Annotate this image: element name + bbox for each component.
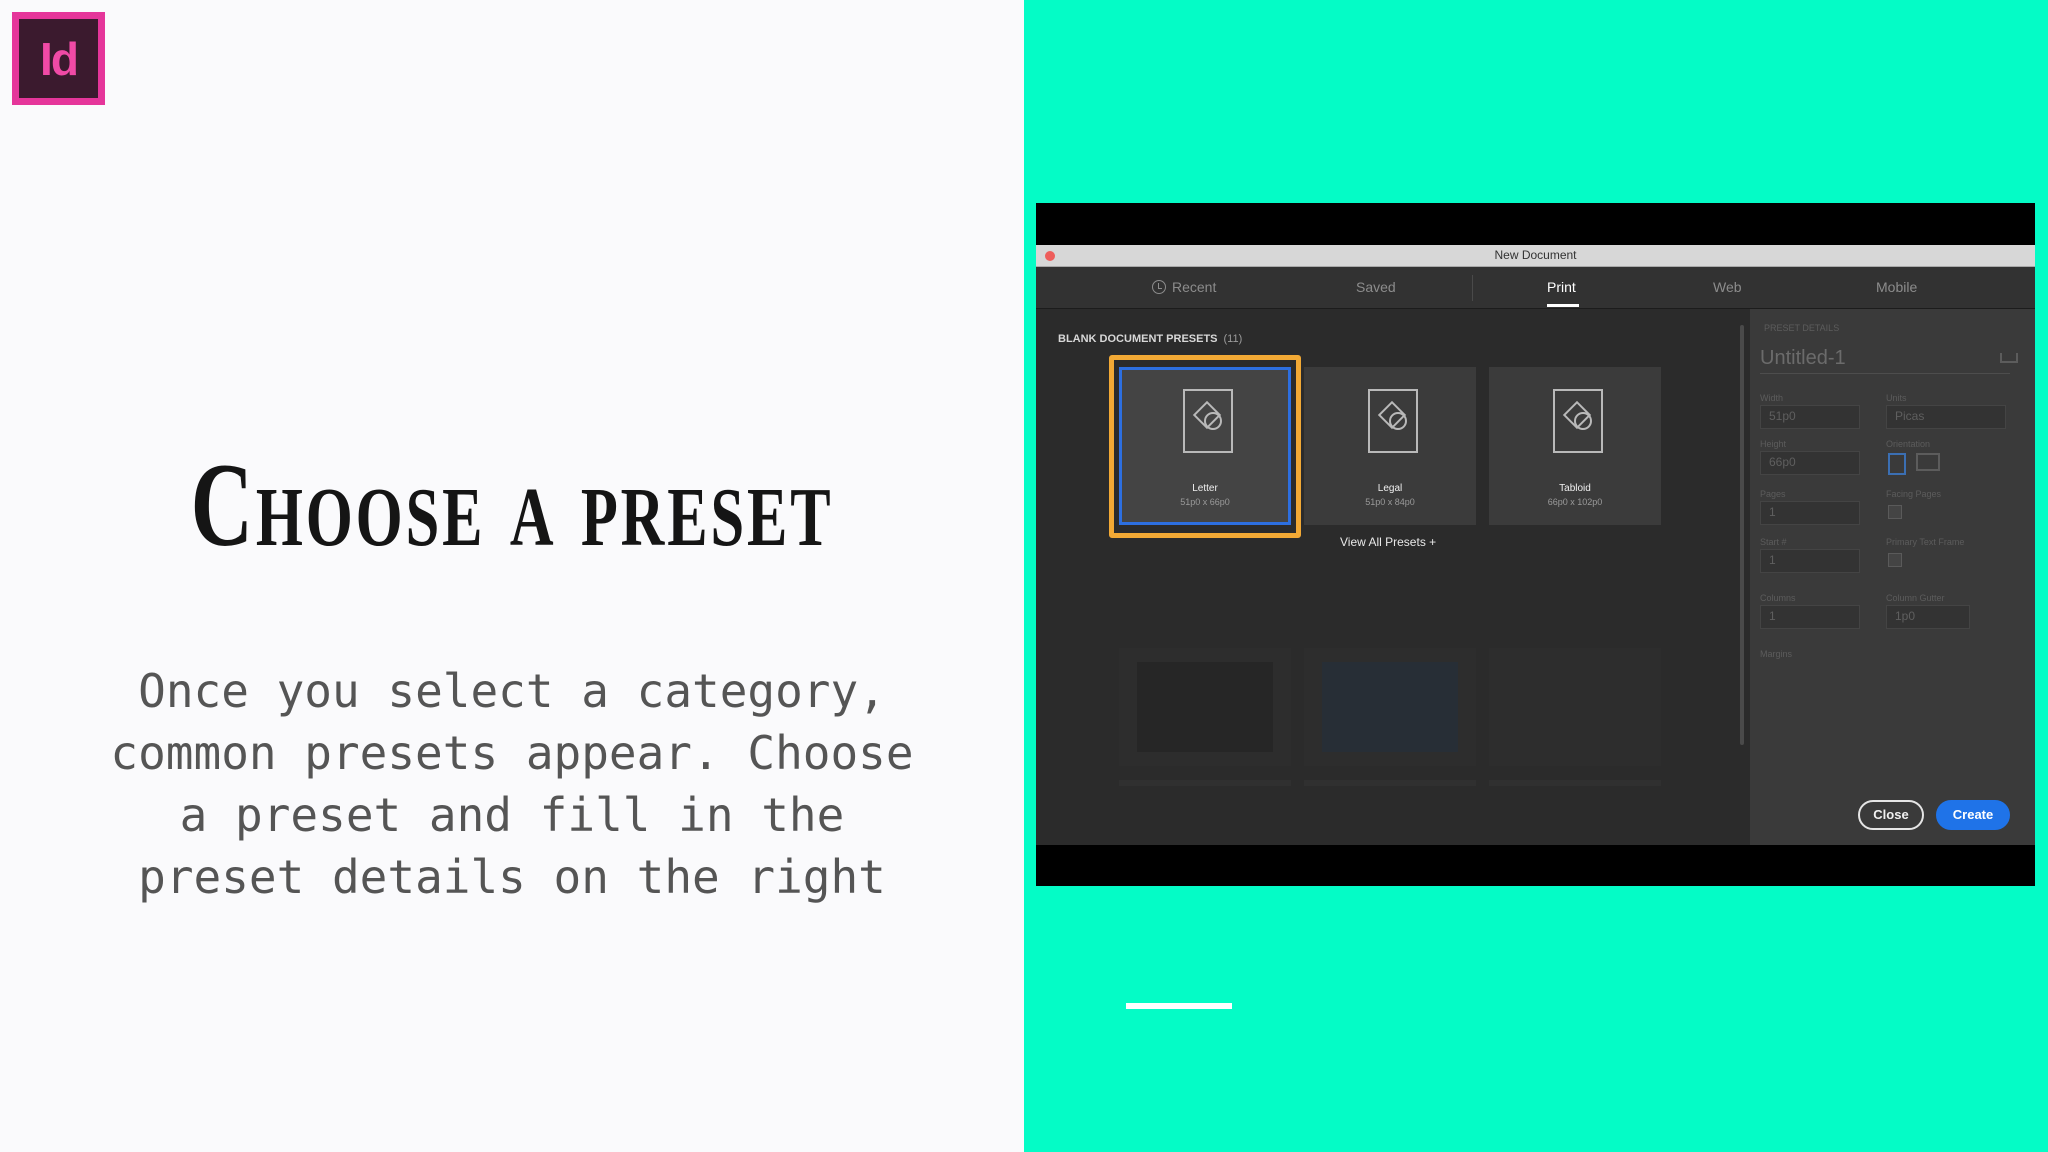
document-preset-icon xyxy=(1368,389,1418,453)
tab-mobile[interactable]: Mobile xyxy=(1876,279,1917,295)
window-titlebar: New Document xyxy=(1036,245,2035,267)
category-tabs: Recent Saved Print Web Mobile xyxy=(1036,267,2035,309)
pages-label: Pages xyxy=(1760,489,1786,499)
slide-title: Choose a preset xyxy=(190,438,834,571)
clock-icon xyxy=(1152,280,1166,294)
gutter-field[interactable]: 1p0 xyxy=(1886,605,1970,629)
facing-pages-checkbox[interactable] xyxy=(1888,505,1902,519)
preset-name: Legal xyxy=(1377,483,1403,494)
details-caption: PRESET DETAILS xyxy=(1764,323,1840,333)
columns-field[interactable]: 1 xyxy=(1760,605,1860,629)
height-label: Height xyxy=(1760,439,1787,449)
orientation-label: Orientation xyxy=(1886,439,1931,449)
facing-pages-label: Facing Pages xyxy=(1886,489,1942,499)
tab-recent[interactable]: Recent xyxy=(1152,279,1216,295)
portrait-orientation-icon[interactable] xyxy=(1888,453,1906,475)
gutter-label: Column Gutter xyxy=(1886,593,1945,603)
create-button[interactable]: Create xyxy=(1936,800,2010,830)
primary-frame-label: Primary Text Frame xyxy=(1886,537,1965,547)
tab-saved[interactable]: Saved xyxy=(1356,279,1396,295)
preset-card-tabloid[interactable]: Tabloid 66p0 x 102p0 xyxy=(1489,367,1661,525)
document-name-field[interactable]: Untitled-1 xyxy=(1760,347,1846,370)
document-preset-icon xyxy=(1553,389,1603,453)
presets-count: (11) xyxy=(1223,333,1243,345)
tab-recent-label: Recent xyxy=(1172,279,1217,295)
accent-divider xyxy=(1126,1003,1232,1009)
plus-icon: + xyxy=(1429,535,1437,549)
pages-field[interactable]: 1 xyxy=(1760,501,1860,525)
preset-details-panel: PRESET DETAILS Untitled-1 Width 51p0 Uni… xyxy=(1750,309,2035,845)
preset-name: Tabloid xyxy=(1559,483,1591,494)
height-field[interactable]: 66p0 xyxy=(1760,451,1860,475)
columns-label: Columns xyxy=(1760,593,1796,603)
tab-print[interactable]: Print xyxy=(1547,279,1576,295)
units-label: Units xyxy=(1886,393,1907,403)
width-label: Width xyxy=(1760,393,1784,403)
tab-separator xyxy=(1472,275,1473,301)
indesign-logo-icon: Id xyxy=(12,12,105,105)
primary-frame-checkbox[interactable] xyxy=(1888,553,1902,567)
templates-fade-overlay xyxy=(1036,575,1736,845)
landscape-orientation-icon[interactable] xyxy=(1916,453,1940,471)
presets-heading: BLANK DOCUMENT PRESETS (11) xyxy=(1058,333,1242,345)
presets-scrollbar[interactable] xyxy=(1740,325,1744,745)
preset-size: 51p0 x 84p0 xyxy=(1365,497,1415,507)
slide-body-text: Once you select a category, common prese… xyxy=(110,664,914,904)
new-document-dialog: New Document Recent Saved Print Web Mobi… xyxy=(1036,245,2035,845)
save-preset-icon[interactable] xyxy=(2000,353,2018,363)
selection-highlight xyxy=(1109,355,1301,538)
tab-web[interactable]: Web xyxy=(1713,279,1742,295)
preset-card-legal[interactable]: Legal 51p0 x 84p0 xyxy=(1304,367,1476,525)
preset-size: 66p0 x 102p0 xyxy=(1547,497,1603,507)
margins-toggle[interactable]: Margins xyxy=(1760,649,1792,659)
start-field[interactable]: 1 xyxy=(1760,549,1860,573)
close-button[interactable]: Close xyxy=(1858,800,1924,830)
window-title: New Document xyxy=(1494,248,1577,262)
active-tab-indicator xyxy=(1547,304,1579,307)
slide-left-panel: Id Choose a preset Once you select a cat… xyxy=(0,0,1024,1152)
view-all-label: View All Presets xyxy=(1340,535,1426,549)
width-field[interactable]: 51p0 xyxy=(1760,405,1860,429)
units-select[interactable]: Picas xyxy=(1886,405,2006,429)
dialog-screenshot: New Document Recent Saved Print Web Mobi… xyxy=(1036,203,2035,886)
presets-heading-label: BLANK DOCUMENT PRESETS xyxy=(1058,333,1218,345)
logo-text: Id xyxy=(19,19,98,98)
start-label: Start # xyxy=(1760,537,1787,547)
view-all-presets-link[interactable]: View All Presets + xyxy=(1340,535,1436,549)
name-underline xyxy=(1760,373,2010,374)
